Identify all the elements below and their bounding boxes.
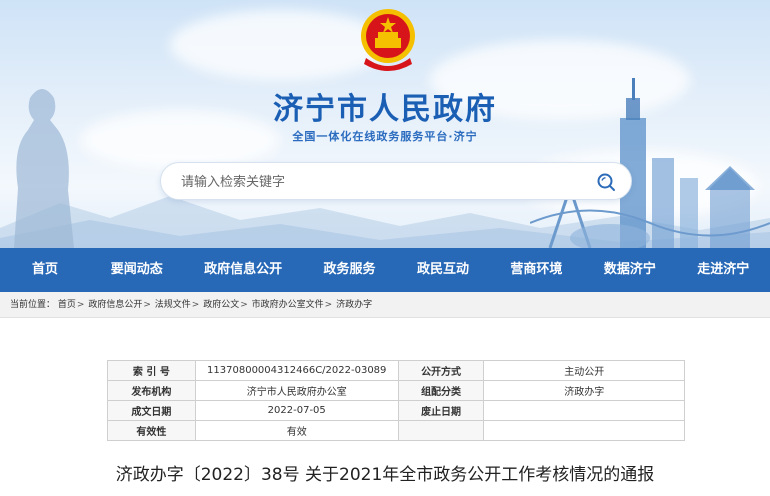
nav-item-services[interactable]: 政务服务 xyxy=(303,248,396,292)
info-value: 济宁市人民政府办公室 xyxy=(194,380,399,401)
info-value: 济政办字 xyxy=(483,380,685,401)
breadcrumb-separator: > xyxy=(76,300,85,310)
site-subtitle: 全国一体化在线政务服务平台·济宁 xyxy=(292,130,478,143)
breadcrumb-item[interactable]: 政府信息公开 xyxy=(88,300,142,310)
nav-item-home[interactable]: 首页 xyxy=(0,248,90,292)
main-nav: 首页 要闻动态 政府信息公开 政务服务 政民互动 营商环境 数据济宁 走进济宁 xyxy=(0,248,770,292)
info-value xyxy=(483,400,685,421)
nav-item-gov-info[interactable]: 政府信息公开 xyxy=(183,248,302,292)
nav-item-business[interactable]: 营商环境 xyxy=(490,248,583,292)
document-title: 济政办字〔2022〕38号 关于2021年全市政务公开工作考核情况的通报 xyxy=(115,465,655,485)
nav-item-data[interactable]: 数据济宁 xyxy=(583,248,676,292)
info-value: 11370800004312466C/2022-03089 xyxy=(194,360,399,381)
info-key: 组配分类 xyxy=(397,380,485,401)
table-row: 索 引 号 11370800004312466C/2022-03089 公开方式… xyxy=(107,360,685,381)
info-key: 发布机构 xyxy=(107,380,196,401)
header-banner: 济宁市人民政府 全国一体化在线政务服务平台·济宁 xyxy=(0,0,770,248)
breadcrumb-prefix: 当前位置： xyxy=(10,300,56,310)
info-key: 索 引 号 xyxy=(107,360,196,381)
breadcrumb-item[interactable]: 首页 xyxy=(58,300,76,310)
breadcrumb-item[interactable]: 政府公文 xyxy=(203,300,239,310)
site-title: 济宁市人民政府 xyxy=(273,92,497,127)
info-value xyxy=(483,420,685,441)
search-input[interactable] xyxy=(181,171,581,193)
search-icon[interactable] xyxy=(595,171,617,193)
nav-item-news[interactable]: 要闻动态 xyxy=(90,248,183,292)
breadcrumb-separator: > xyxy=(143,300,151,310)
nav-item-about[interactable]: 走进济宁 xyxy=(677,248,770,292)
info-key: 废止日期 xyxy=(397,400,485,421)
cloud-decoration xyxy=(170,10,390,80)
info-value: 有效 xyxy=(194,420,399,441)
breadcrumb-separator: > xyxy=(240,300,248,310)
document-info-table: 索 引 号 11370800004312466C/2022-03089 公开方式… xyxy=(107,360,685,441)
info-key xyxy=(397,420,485,441)
table-row: 有效性 有效 xyxy=(107,420,685,441)
search-bar xyxy=(160,162,632,200)
breadcrumb-item[interactable]: 市政府办公室文件 xyxy=(252,300,324,310)
info-value: 2022-07-05 xyxy=(194,400,399,421)
nav-item-interaction[interactable]: 政民互动 xyxy=(396,248,489,292)
breadcrumb-item[interactable]: 法规文件 xyxy=(155,300,191,310)
breadcrumb-separator: > xyxy=(191,300,200,310)
breadcrumb-separator: > xyxy=(324,300,333,310)
info-key: 成文日期 xyxy=(107,400,196,421)
info-key: 有效性 xyxy=(107,420,196,441)
breadcrumb-item[interactable]: 济政办字 xyxy=(336,300,372,310)
info-key: 公开方式 xyxy=(397,360,485,381)
skyline-decoration xyxy=(530,78,770,248)
national-emblem-icon xyxy=(361,9,415,71)
table-row: 发布机构 济宁市人民政府办公室 组配分类 济政办字 xyxy=(107,380,685,401)
info-value: 主动公开 xyxy=(483,360,685,381)
breadcrumb: 当前位置： 首页> 政府信息公开> 法规文件> 政府公文> 市政府办公室文件> … xyxy=(0,292,770,318)
table-row: 成文日期 2022-07-05 废止日期 xyxy=(107,400,685,421)
